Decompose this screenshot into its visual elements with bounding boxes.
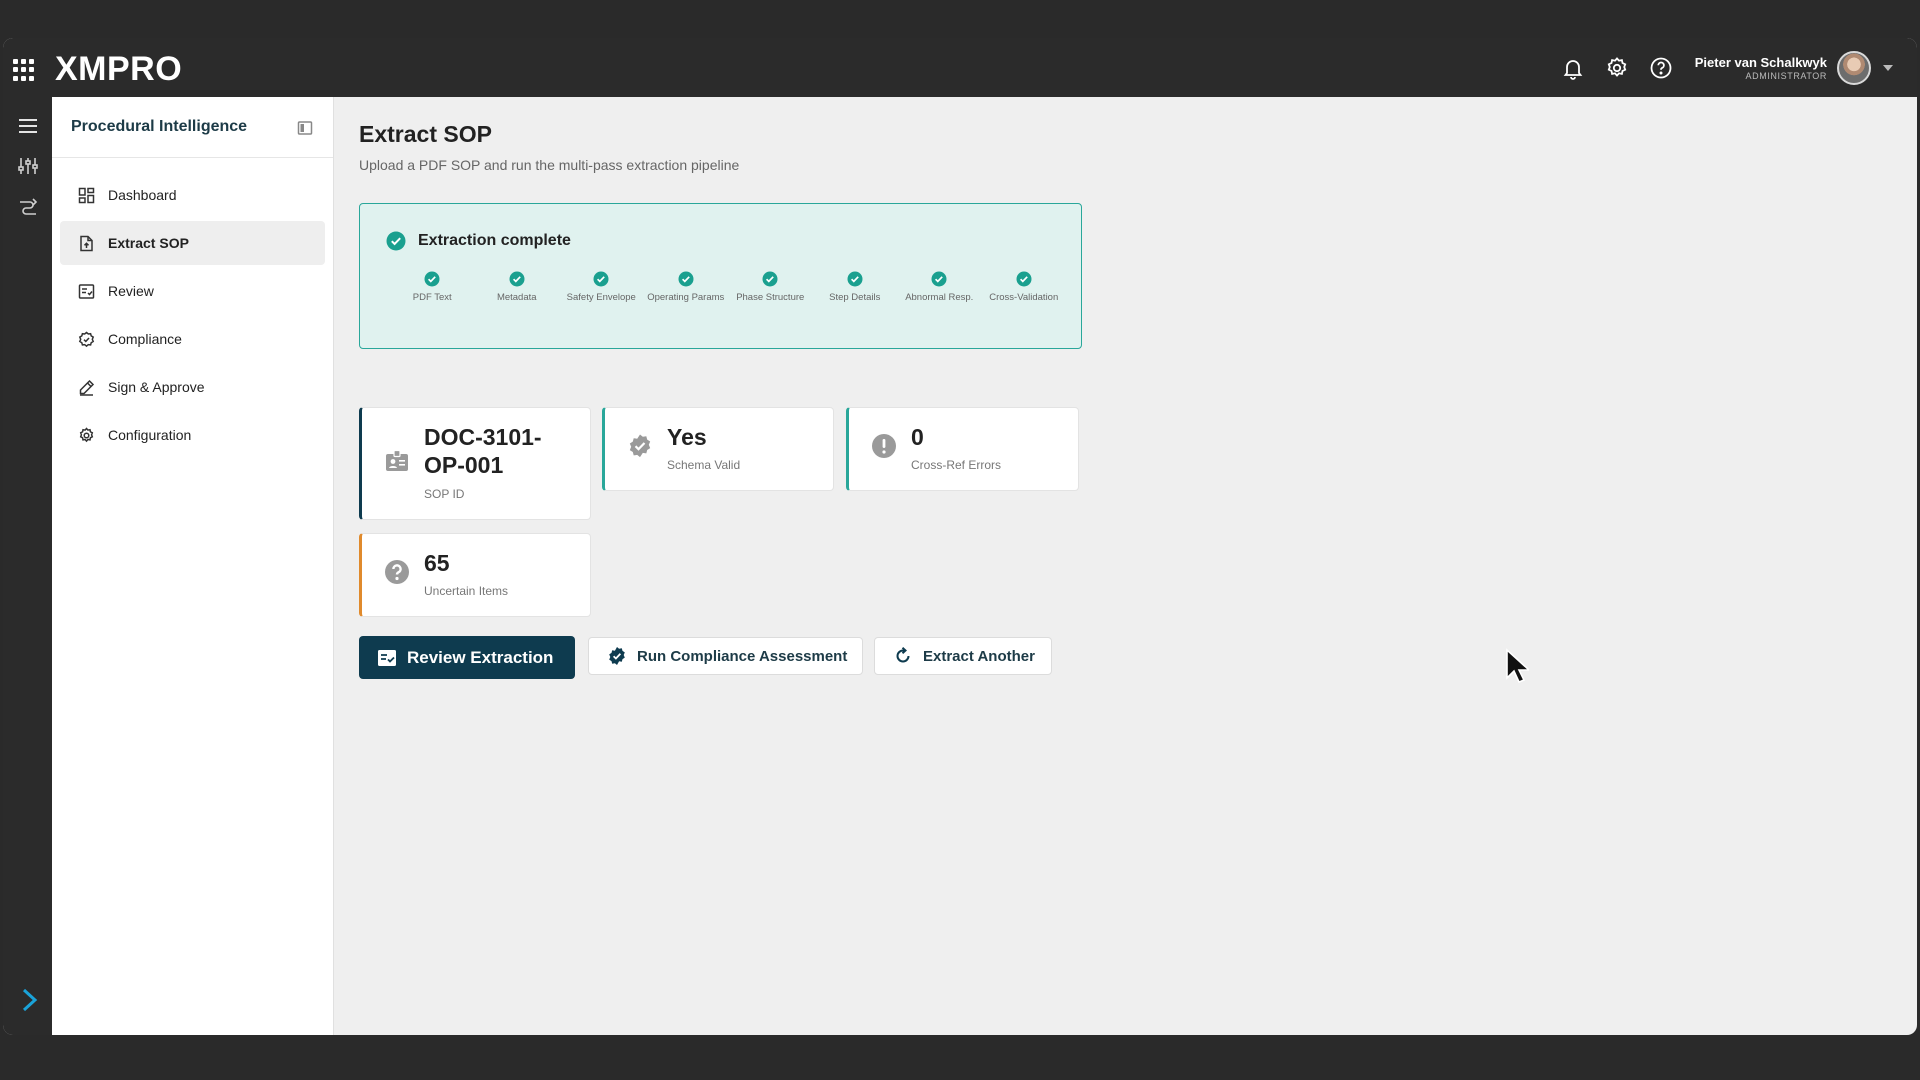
sidebar-nav: Dashboard Extract SOP Review Compliance [52, 158, 333, 457]
button-label: Extract Another [923, 647, 1035, 665]
extraction-status-card: Extraction complete PDF Text Metadata Sa… [359, 203, 1082, 349]
sidebar-item-extract-sop[interactable]: Extract SOP [60, 221, 325, 265]
sidebar-item-compliance[interactable]: Compliance [60, 317, 325, 361]
step-label: Operating Params [647, 292, 725, 303]
user-name: Pieter van Schalkwyk [1694, 54, 1827, 70]
stat-label: Cross-Ref Errors [911, 458, 1002, 472]
flow-icon[interactable] [17, 196, 39, 218]
bell-icon[interactable] [1561, 56, 1585, 80]
step-complete-icon [847, 271, 863, 287]
expand-chevron-icon[interactable] [19, 987, 41, 1013]
sidebar-item-review[interactable]: Review [60, 269, 325, 313]
pipeline-step: Step Details [813, 271, 898, 303]
stat-card-cross-ref-errors: 0 Cross-Ref Errors [846, 407, 1079, 491]
pipeline-step: Cross-Validation [982, 271, 1067, 303]
stat-card-schema-valid: Yes Schema Valid [602, 407, 834, 491]
stat-card-sop-id: DOC-3101- OP-001 SOP ID [359, 407, 591, 520]
extract-another-button[interactable]: Extract Another [874, 637, 1052, 675]
extraction-status-title: Extraction complete [418, 232, 571, 249]
sidebar-item-label: Review [108, 283, 154, 299]
extraction-status-header: Extraction complete [386, 231, 571, 251]
step-complete-icon [762, 271, 778, 287]
stat-label: Uncertain Items [424, 584, 509, 598]
compliance-icon [78, 331, 95, 347]
step-label: Abnormal Resp. [905, 292, 974, 303]
step-complete-icon [509, 271, 525, 287]
id-badge-icon [386, 449, 408, 471]
step-complete-icon [678, 271, 694, 287]
step-label: PDF Text [412, 292, 452, 303]
check-circle-icon [386, 231, 406, 251]
left-rail [3, 97, 52, 1035]
gear-icon [79, 426, 94, 442]
avatar[interactable] [1837, 50, 1871, 85]
button-label: Review Extraction [407, 647, 554, 667]
pipeline-step: Metadata [475, 271, 560, 303]
sidebar-item-label: Sign & Approve [108, 379, 205, 395]
sidebar-item-dashboard[interactable]: Dashboard [60, 173, 325, 217]
gear-icon[interactable] [1605, 56, 1629, 80]
top-bar: XMPRO Pieter van Schalkwyk ADMINISTRATOR [3, 38, 1917, 97]
stat-value: 65 [424, 550, 450, 576]
sidebar-title: Procedural Intelligence [71, 118, 248, 135]
app-window: XMPRO Pieter van Schalkwyk ADMINISTRATOR [3, 38, 1917, 1035]
pipeline-step: Operating Params [644, 271, 729, 303]
stat-value: DOC-3101- OP-001 [424, 424, 542, 478]
user-info[interactable]: Pieter van Schalkwyk ADMINISTRATOR [1695, 55, 1827, 81]
user-role: ADMINISTRATOR [1745, 70, 1827, 81]
sidebar-item-label: Dashboard [108, 187, 177, 203]
pipeline-step: Phase Structure [728, 271, 813, 303]
file-upload-icon [80, 235, 93, 251]
main-content: Extract SOP Upload a PDF SOP and run the… [334, 97, 1917, 1035]
mouse-cursor-icon [1506, 648, 1529, 684]
pipeline-step: Abnormal Resp. [897, 271, 982, 303]
chevron-down-icon[interactable] [1883, 64, 1893, 71]
menu-icon[interactable] [17, 115, 39, 137]
sidebar-item-configuration[interactable]: Configuration [60, 413, 325, 457]
question-circle-icon [385, 560, 409, 584]
top-bar-actions: Pieter van Schalkwyk ADMINISTRATOR [1561, 38, 1917, 97]
stat-card-uncertain-items: 65 Uncertain Items [359, 533, 591, 617]
step-complete-icon [931, 271, 947, 287]
pipeline-step: PDF Text [390, 271, 475, 303]
step-label: Metadata [496, 292, 537, 303]
app-launcher-icon[interactable] [13, 59, 35, 81]
sidebar-item-label: Configuration [108, 427, 192, 443]
page-subtitle: Upload a PDF SOP and run the multi-pass … [359, 157, 740, 173]
sidebar-collapse-icon[interactable] [297, 120, 313, 136]
stat-value: Yes [667, 424, 707, 450]
step-complete-icon [424, 271, 440, 287]
verified-badge-icon [609, 647, 625, 665]
pipeline-step: Safety Envelope [559, 271, 644, 303]
sidebar: Procedural Intelligence Dashboard Extrac… [52, 97, 334, 1035]
step-label: Cross-Validation [989, 292, 1059, 303]
review-extraction-button[interactable]: Review Extraction [359, 636, 575, 679]
sidebar-item-label: Extract SOP [108, 235, 189, 251]
sidebar-header: Procedural Intelligence [52, 97, 333, 158]
sidebar-item-sign-approve[interactable]: Sign & Approve [60, 365, 325, 409]
step-label: Step Details [829, 292, 881, 303]
verified-badge-icon [629, 434, 651, 458]
pipeline-steps: PDF Text Metadata Safety Envelope Operat… [390, 271, 1066, 303]
stat-value: 0 [911, 424, 924, 450]
sliders-icon[interactable] [17, 155, 39, 177]
refresh-icon [896, 647, 910, 663]
sign-icon [79, 379, 95, 396]
step-label: Phase Structure [736, 292, 805, 303]
page-title: Extract SOP [359, 121, 492, 147]
review-icon [78, 283, 95, 299]
run-compliance-button[interactable]: Run Compliance Assessment [588, 637, 863, 675]
xmpro-logo[interactable]: XMPRO [55, 50, 182, 89]
alert-circle-icon [872, 434, 896, 458]
review-icon [378, 649, 396, 666]
button-label: Run Compliance Assessment [637, 647, 848, 665]
step-complete-icon [593, 271, 609, 287]
dashboard-icon [78, 187, 95, 203]
step-complete-icon [1016, 271, 1032, 287]
sidebar-item-label: Compliance [108, 331, 182, 347]
help-icon[interactable] [1649, 56, 1673, 80]
stat-label: SOP ID [424, 487, 465, 501]
step-label: Safety Envelope [566, 292, 636, 303]
stat-label: Schema Valid [667, 458, 741, 472]
